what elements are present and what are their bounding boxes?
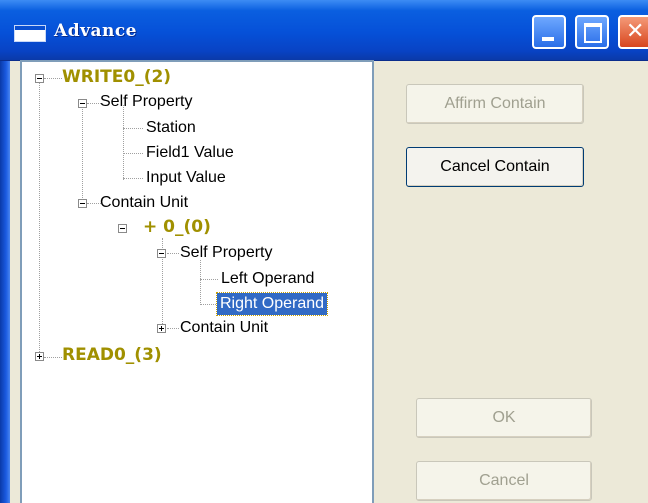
affirm-contain-button[interactable]: Affirm Contain <box>406 84 584 124</box>
tree-node-field1-value[interactable]: Field1 Value <box>143 142 237 164</box>
collapse-toggle[interactable] <box>157 249 166 258</box>
tree-line <box>200 260 201 305</box>
tree-node-plus-0[interactable]: + 0_(0) <box>140 216 214 238</box>
minimize-button[interactable] <box>532 15 566 49</box>
expand-toggle[interactable] <box>157 324 166 333</box>
collapse-toggle[interactable] <box>118 224 127 233</box>
tree-node-left-operand[interactable]: Left Operand <box>218 268 317 290</box>
collapse-toggle[interactable] <box>35 74 44 83</box>
collapse-toggle[interactable] <box>78 99 87 108</box>
cancel-contain-button[interactable]: Cancel Contain <box>406 147 584 187</box>
tree-node-input-value[interactable]: Input Value <box>143 167 229 189</box>
ok-button[interactable]: OK <box>416 398 592 438</box>
tree-line <box>200 304 218 305</box>
cancel-button[interactable]: Cancel <box>416 461 592 501</box>
tree-line <box>123 105 124 180</box>
tree-line <box>82 105 83 202</box>
tree-line <box>39 80 40 358</box>
window-frame-left <box>0 61 10 503</box>
minimize-icon <box>542 37 554 41</box>
tree-view[interactable]: WRITE0_(2) Self Property Station Field1 … <box>20 60 374 503</box>
tree-node-read0[interactable]: READ0_(3) <box>59 344 165 366</box>
tree-node-write0[interactable]: WRITE0_(2) <box>59 66 174 88</box>
tree-node-right-operand[interactable]: Right Operand <box>215 292 329 316</box>
tree-node-contain-unit[interactable]: Contain Unit <box>97 192 191 214</box>
collapse-toggle[interactable] <box>78 199 87 208</box>
window-icon <box>14 25 46 42</box>
close-icon: ✕ <box>626 19 645 44</box>
close-button[interactable]: ✕ <box>618 15 648 49</box>
expand-toggle[interactable] <box>35 352 44 361</box>
tree-node-nested-self-property[interactable]: Self Property <box>177 242 275 264</box>
window-title: Advance <box>54 21 137 41</box>
tree-node-nested-contain-unit[interactable]: Contain Unit <box>177 317 271 339</box>
tree-node-station[interactable]: Station <box>143 117 199 139</box>
title-bar[interactable]: Advance ✕ <box>0 0 648 61</box>
tree-line <box>123 153 143 154</box>
tree-line <box>123 128 143 129</box>
tree-line <box>123 178 143 179</box>
maximize-button[interactable] <box>575 15 609 49</box>
tree-node-self-property[interactable]: Self Property <box>97 91 195 113</box>
tree-line <box>200 279 218 280</box>
maximize-icon <box>584 23 602 43</box>
